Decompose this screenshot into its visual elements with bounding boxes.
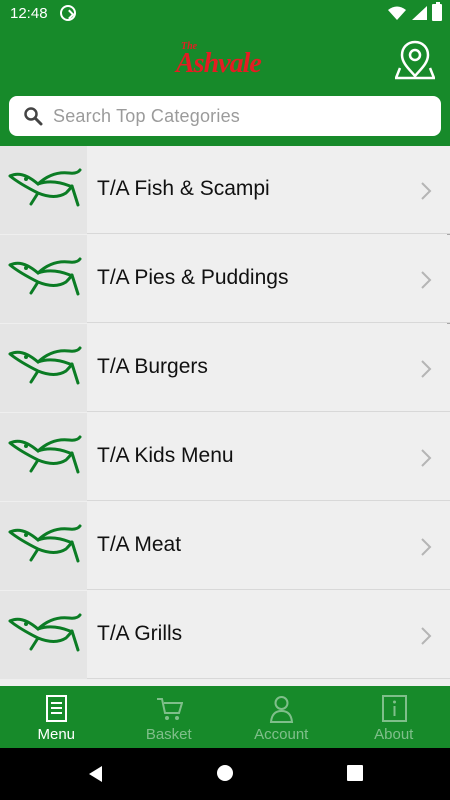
category-list: T/A Fish & Scampi T/A Pies & Puddings T/… bbox=[0, 146, 450, 686]
fish-thumbnail bbox=[0, 502, 87, 590]
category-row[interactable]: T/A Meat bbox=[0, 502, 450, 590]
map-pin-icon bbox=[394, 40, 436, 80]
recent-apps-button[interactable] bbox=[347, 765, 363, 781]
chevron-right-icon bbox=[421, 360, 432, 378]
basket-tab-label: Basket bbox=[145, 726, 192, 743]
fish-icon bbox=[8, 524, 82, 563]
category-row[interactable]: T/A Kids Menu bbox=[0, 413, 450, 501]
basket-tab[interactable]: Basket bbox=[113, 686, 226, 748]
menu-book-icon bbox=[46, 695, 67, 722]
location-button[interactable] bbox=[394, 38, 436, 80]
battery-icon bbox=[432, 2, 442, 21]
search-input[interactable]: Search Top Categories bbox=[9, 96, 441, 136]
chevron-right-icon bbox=[421, 627, 432, 645]
category-row[interactable]: T/A Grills bbox=[0, 591, 450, 679]
status-bar: 12:48 bbox=[0, 0, 450, 28]
home-button[interactable] bbox=[217, 765, 233, 781]
android-navigation-bar bbox=[0, 748, 450, 800]
about-tab-label: About bbox=[374, 726, 414, 743]
chevron-right-icon bbox=[421, 271, 432, 289]
back-button[interactable] bbox=[86, 765, 104, 783]
fish-icon bbox=[8, 257, 82, 296]
search-icon bbox=[24, 107, 43, 126]
sync-icon bbox=[60, 5, 76, 21]
fish-icon bbox=[8, 346, 82, 385]
chevron-right-icon bbox=[421, 449, 432, 467]
category-label: T/A Kids Menu bbox=[97, 444, 234, 467]
person-icon bbox=[269, 696, 294, 723]
fish-icon bbox=[8, 613, 82, 652]
search-placeholder: Search Top Categories bbox=[53, 106, 240, 126]
logo-text: Ashvale bbox=[176, 48, 262, 79]
fish-thumbnail bbox=[0, 413, 87, 501]
fish-thumbnail bbox=[0, 146, 87, 234]
fish-icon bbox=[8, 435, 82, 474]
about-tab[interactable]: About bbox=[338, 686, 450, 748]
menu-tab[interactable]: Menu bbox=[0, 686, 113, 748]
account-tab[interactable]: Account bbox=[225, 686, 338, 748]
category-label: T/A Meat bbox=[97, 533, 182, 556]
app-header: The Ashvale bbox=[0, 28, 450, 90]
fish-thumbnail bbox=[0, 324, 87, 412]
category-row[interactable]: T/A Burgers bbox=[0, 324, 450, 412]
menu-tab-label: Menu bbox=[37, 726, 76, 743]
bottom-navigation: Menu Basket Account About bbox=[0, 686, 450, 748]
category-label: T/A Fish & Scampi bbox=[97, 177, 270, 200]
wifi-icon bbox=[388, 6, 406, 20]
category-row[interactable]: T/A Fish & Scampi bbox=[0, 146, 450, 234]
search-bar: Search Top Categories bbox=[0, 90, 450, 146]
status-icons bbox=[387, 2, 442, 21]
fish-icon bbox=[8, 168, 82, 207]
ashvale-logo: The Ashvale bbox=[175, 40, 300, 80]
category-row[interactable]: T/A Pies & Puddings bbox=[0, 235, 450, 323]
category-label: T/A Burgers bbox=[97, 355, 208, 378]
chevron-right-icon bbox=[421, 538, 432, 556]
category-label: T/A Grills bbox=[97, 622, 183, 645]
category-label: T/A Pies & Puddings bbox=[97, 266, 289, 289]
account-tab-label: Account bbox=[254, 726, 309, 743]
signal-icon bbox=[412, 5, 427, 20]
info-icon bbox=[381, 695, 407, 722]
status-time: 12:48 bbox=[10, 5, 48, 22]
chevron-right-icon bbox=[421, 182, 432, 200]
fish-thumbnail bbox=[0, 591, 87, 679]
shopping-cart-icon bbox=[156, 698, 183, 720]
fish-thumbnail bbox=[0, 235, 87, 323]
